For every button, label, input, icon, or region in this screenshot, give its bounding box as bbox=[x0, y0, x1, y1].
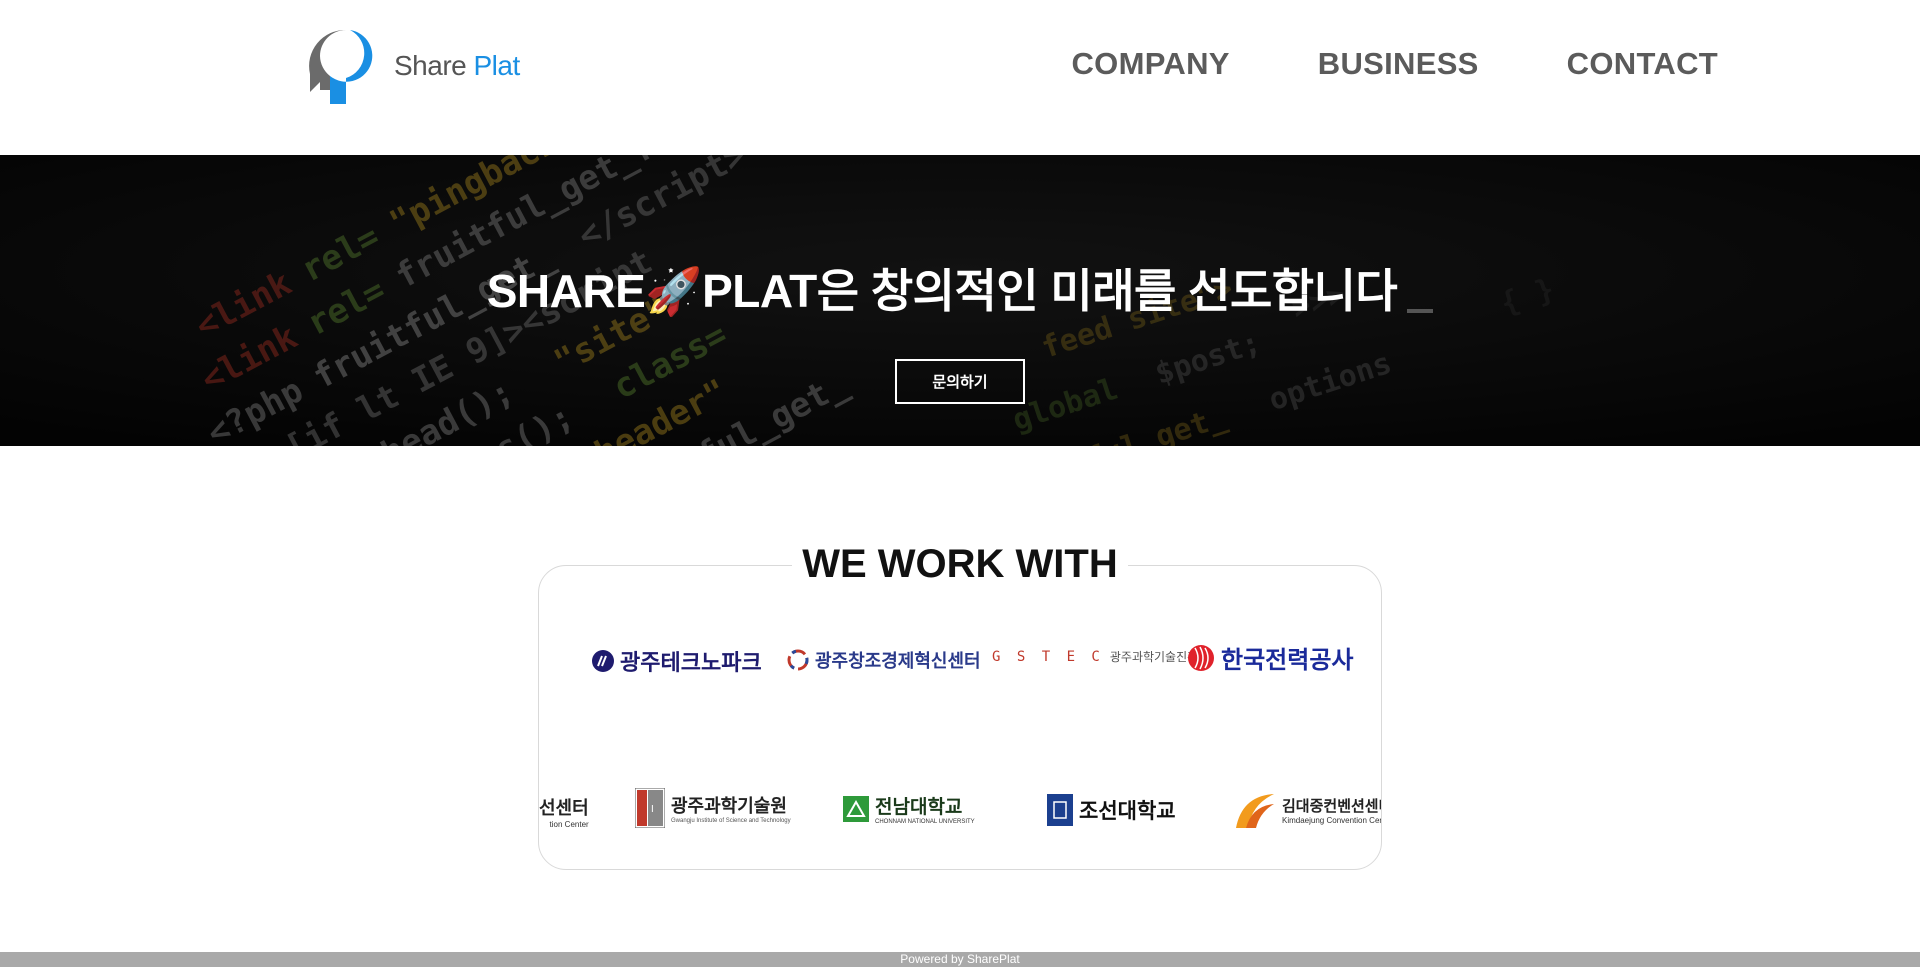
gjtp-logo-icon bbox=[592, 650, 614, 672]
partner-logo-kdjc[interactable]: 김대중컨벤션센터 Kimdaejung Convention Center bbox=[1234, 790, 1382, 830]
partner-logo-chosun[interactable]: 조선대학교 bbox=[1047, 794, 1176, 826]
partner-subname: Gwangju Institute of Science and Technol… bbox=[671, 818, 791, 824]
partner-logo-cutoff[interactable]: 선센터 tion Center bbox=[539, 794, 589, 829]
partner-logo-ccei[interactable]: 광주창조경제혁신센터 bbox=[787, 645, 981, 675]
nav-business[interactable]: BUSINESS bbox=[1318, 46, 1479, 82]
brand-name: Share Plat bbox=[394, 50, 520, 82]
partner-logo-gist[interactable]: I 광주과학기술원 Gwangju Institute of Science a… bbox=[635, 788, 791, 828]
partner-name: 한국전력공사 bbox=[1221, 646, 1354, 674]
site-footer: Powered by SharePlat bbox=[0, 952, 1920, 967]
partners-title: WE WORK WITH bbox=[0, 542, 1920, 587]
brand-name-part2: Plat bbox=[473, 50, 521, 81]
partner-name: 광주창조경제혁신센터 bbox=[815, 651, 981, 672]
partner-name: 전남대학교 bbox=[875, 796, 963, 818]
brand-name-part1: Share bbox=[394, 50, 467, 81]
partner-logo-kepco[interactable]: 한국전력공사 bbox=[1187, 640, 1353, 675]
gstec-prefix: G S T E C bbox=[992, 648, 1104, 665]
ccei-logo-icon bbox=[787, 649, 809, 671]
shareplat-logo[interactable]: Share Plat bbox=[306, 26, 520, 106]
partners-box: 광주테크노파크 광주창조경제혁신센터 G S T E C 광주과학기술진흥원 한… bbox=[538, 565, 1382, 870]
site-header: Share Plat COMPANY BUSINESS CONTACT bbox=[0, 0, 1920, 155]
nav-company[interactable]: COMPANY bbox=[1072, 46, 1230, 82]
chosun-logo-icon bbox=[1047, 794, 1073, 826]
footer-text: Powered by SharePlat bbox=[900, 952, 1020, 966]
kepco-logo-icon bbox=[1188, 644, 1214, 671]
hero-title-part2: PLAT은 창의적인 미래를 선도합니다 bbox=[702, 265, 1398, 317]
rocket-icon: 🚀 bbox=[645, 265, 703, 317]
partner-subname: tion Center bbox=[549, 820, 589, 829]
partner-name: 선센터 bbox=[539, 798, 589, 819]
hero-banner: <link rel= "pingback" <link rel= fruitful_ge… bbox=[0, 155, 1920, 446]
partner-name: 조선대학교 bbox=[1079, 799, 1176, 823]
partner-subname: CHONNAM NATIONAL UNIVERSITY bbox=[875, 819, 975, 825]
partner-name: 광주과학기술원 bbox=[671, 796, 787, 817]
inquiry-button[interactable]: 문의하기 bbox=[895, 359, 1025, 404]
jnu-logo-icon bbox=[843, 795, 869, 822]
nav-contact[interactable]: CONTACT bbox=[1567, 46, 1718, 82]
hero-title: SHARE🚀PLAT은 창의적인 미래를 선도합니다 bbox=[0, 255, 1920, 321]
partner-logo-gstec[interactable]: G S T E C 광주과학기술진흥원 bbox=[992, 648, 1209, 665]
typing-cursor bbox=[1407, 309, 1434, 313]
partner-name: 광주테크노파크 bbox=[620, 651, 762, 676]
partners-title-text: WE WORK WITH bbox=[792, 542, 1128, 586]
kdjc-logo-icon bbox=[1236, 794, 1274, 828]
svg-text:I: I bbox=[651, 804, 654, 815]
hero-title-part1: SHARE bbox=[486, 265, 646, 317]
partner-subname: Kimdaejung Convention Center bbox=[1282, 816, 1381, 825]
partner-name: 김대중컨벤션센터 bbox=[1282, 797, 1382, 815]
shareplat-logo-icon bbox=[309, 29, 373, 104]
main-nav: COMPANY BUSINESS CONTACT bbox=[1072, 46, 1719, 82]
partner-logo-gjtp[interactable]: 광주테크노파크 bbox=[592, 645, 762, 677]
gist-logo-icon: I bbox=[635, 788, 665, 828]
partner-logo-jnu[interactable]: 전남대학교 CHONNAM NATIONAL UNIVERSITY bbox=[843, 792, 975, 825]
